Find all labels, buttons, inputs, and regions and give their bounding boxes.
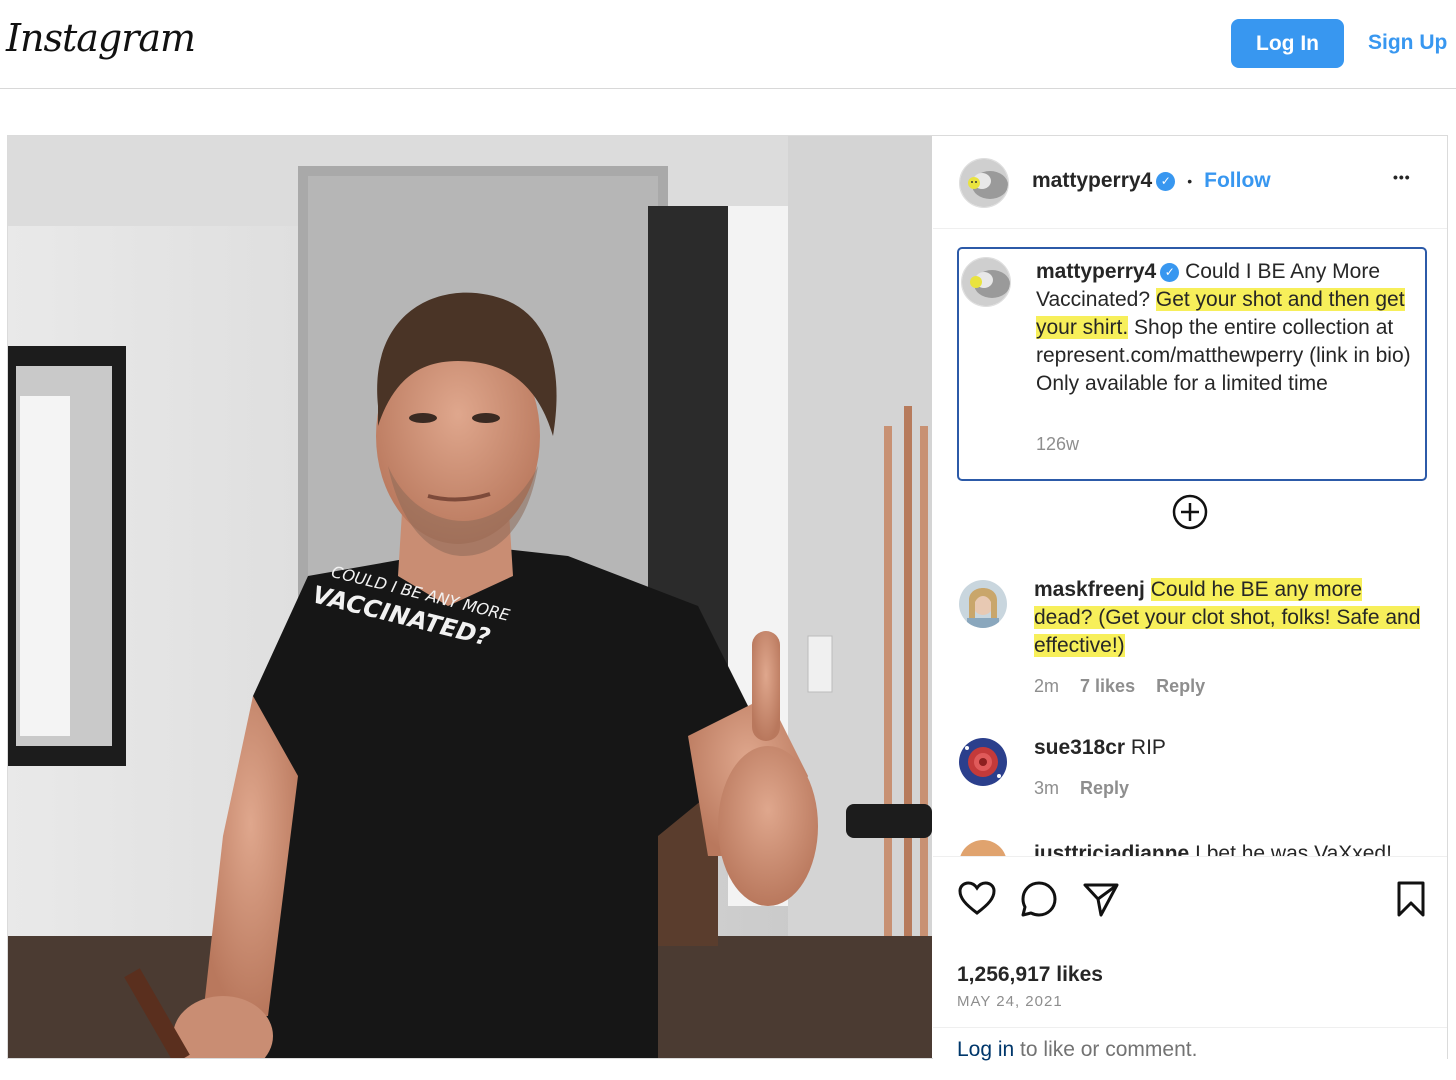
login-prompt-link[interactable]: Log in — [957, 1038, 1014, 1061]
post-header: mattyperry4 ✓ • Follow ••• — [933, 136, 1447, 229]
likes-count[interactable]: 1,256,917 likes — [957, 963, 1103, 987]
follow-button[interactable]: Follow — [1204, 169, 1271, 193]
login-prompt-rest: to like or comment. — [1014, 1038, 1198, 1061]
post-actions: 1,256,917 likes MAY 24, 2021 Log in to l… — [933, 856, 1447, 1061]
comment-username[interactable]: justtriciadianne — [1034, 842, 1189, 856]
caption-verified-badge-icon: ✓ — [1160, 263, 1180, 282]
comment-reply-button[interactable]: Reply — [1080, 778, 1129, 798]
paper-plane-icon — [1083, 883, 1119, 917]
login-prompt-text: Log in to like or comment. — [957, 1038, 1197, 1062]
caption-age[interactable]: 126w — [1036, 434, 1079, 455]
comment-age[interactable]: 2m — [1034, 676, 1059, 696]
header-separator: • — [1187, 173, 1193, 189]
post-date[interactable]: MAY 24, 2021 — [957, 993, 1063, 1010]
more-options-icon[interactable]: ••• — [1393, 169, 1411, 185]
comment-text: sue318cr RIP — [1034, 734, 1424, 762]
sign-up-link[interactable]: Sign Up — [1368, 31, 1447, 55]
caption-username[interactable]: mattyperry4 — [1036, 260, 1156, 283]
comment-username[interactable]: sue318cr — [1034, 736, 1125, 759]
save-button[interactable] — [1391, 879, 1431, 919]
commenter-avatar[interactable] — [959, 738, 1007, 786]
comment-text: justtriciadianne I bet he was VaXxed! — [1034, 840, 1424, 856]
caption-block: mattyperry4 ✓ Could I BE Any More Vaccina… — [957, 247, 1427, 481]
plus-circle-icon — [1172, 494, 1208, 530]
author-avatar[interactable] — [959, 158, 1009, 208]
comment-meta: 3m Reply — [1034, 778, 1129, 799]
post-card: COULD I BE ANY MORE VACCINATED? mattyper… — [7, 135, 1448, 1061]
commenter-avatar-image — [959, 580, 1007, 628]
comment-bubble-icon — [1021, 881, 1057, 917]
comment-username[interactable]: maskfreenj — [1034, 578, 1145, 601]
caption-author-avatar[interactable] — [961, 257, 1011, 307]
heart-icon — [958, 881, 996, 915]
log-in-button[interactable]: Log In — [1231, 19, 1344, 68]
post-photo-illustration: COULD I BE ANY MORE VACCINATED? — [8, 136, 932, 1058]
comment-reply-button[interactable]: Reply — [1156, 676, 1205, 696]
commenter-avatar-image — [959, 738, 1007, 786]
comment-body: I bet he was VaXxed! — [1195, 842, 1392, 856]
comment-item: justtriciadianne I bet he was VaXxed! — [957, 836, 1427, 856]
comment-meta: 2m 7 likes Reply — [1034, 676, 1205, 697]
post-header-info: mattyperry4 ✓ • Follow — [1032, 169, 1271, 193]
caption-avatar-image — [962, 258, 1010, 306]
like-button[interactable] — [957, 879, 997, 919]
comment-item: maskfreenj Could he BE any more dead? (G… — [957, 576, 1427, 706]
comment-likes[interactable]: 7 likes — [1080, 676, 1135, 696]
post-photo[interactable]: COULD I BE ANY MORE VACCINATED? — [8, 136, 932, 1058]
share-button[interactable] — [1081, 879, 1121, 919]
post-side-panel: mattyperry4 ✓ • Follow ••• mattyperry4 ✓ … — [933, 136, 1447, 1061]
instagram-logo[interactable]: Instagram — [6, 16, 196, 60]
verified-badge-icon: ✓ — [1156, 171, 1176, 191]
commenter-avatar[interactable] — [959, 840, 1007, 856]
comment-text: maskfreenj Could he BE any more dead? (G… — [1034, 576, 1424, 660]
commenter-avatar[interactable] — [959, 580, 1007, 628]
comment-button[interactable] — [1019, 879, 1059, 919]
comment-age[interactable]: 3m — [1034, 778, 1059, 798]
caption-text: mattyperry4 ✓ Could I BE Any More Vaccina… — [1036, 258, 1416, 398]
comment-item: sue318cr RIP 3m Reply — [957, 734, 1427, 814]
top-navigation-bar: Instagram Log In Sign Up — [0, 0, 1456, 89]
author-username[interactable]: mattyperry4 — [1032, 169, 1152, 193]
bookmark-icon — [1397, 881, 1425, 917]
load-more-comments-button[interactable] — [1172, 494, 1208, 530]
author-avatar-image — [960, 159, 1008, 207]
login-prompt: Log in to like or comment. — [933, 1027, 1447, 1080]
comment-body: RIP — [1130, 736, 1166, 759]
